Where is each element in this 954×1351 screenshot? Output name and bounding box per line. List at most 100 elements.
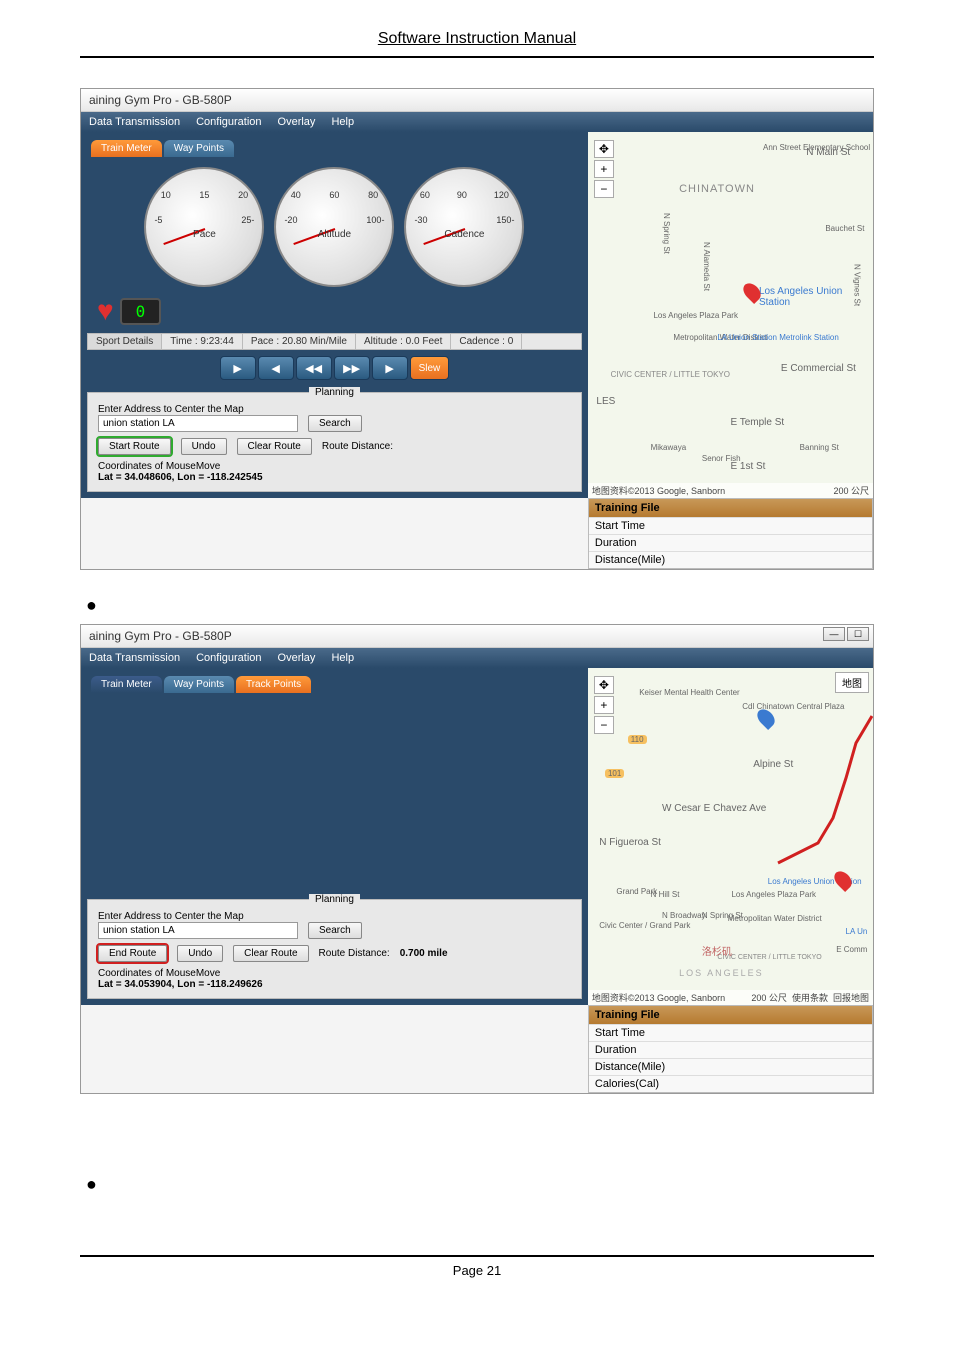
menu-data-transmission[interactable]: Data Transmission xyxy=(89,652,180,664)
planning-title: Planning xyxy=(309,387,360,398)
table-header: Training File xyxy=(589,499,872,517)
tab-way-points[interactable]: Way Points xyxy=(164,676,234,693)
search-button[interactable]: Search xyxy=(308,922,362,939)
gauge-pace-label: Pace xyxy=(193,229,216,240)
map-label-plaza-park: Los Angeles Plaza Park xyxy=(653,311,738,320)
heart-icon: ♥ xyxy=(97,295,114,327)
row-calories: Calories(Cal) xyxy=(589,1075,872,1092)
menu-configuration[interactable]: Configuration xyxy=(196,116,261,128)
undo-button[interactable]: Undo xyxy=(177,945,223,962)
map-label-senor-fish: Senor Fish xyxy=(702,454,741,463)
end-route-button[interactable]: End Route xyxy=(98,945,167,962)
map-label-broadway: N Broadway xyxy=(662,911,706,920)
pan-control-icon[interactable]: ✥ xyxy=(594,140,614,158)
map-panel[interactable]: 地图 ✥ + − Keiser Mental Health Center Cdl… xyxy=(588,668,873,1005)
menu-data-transmission[interactable]: Data Transmission xyxy=(89,116,180,128)
tick: 80 xyxy=(368,190,378,200)
menu-help[interactable]: Help xyxy=(331,116,354,128)
menu-overlay[interactable]: Overlay xyxy=(278,116,316,128)
tick: 150- xyxy=(496,215,514,225)
tab-track-points[interactable]: Track Points xyxy=(236,676,311,693)
coords-value: Lat = 34.053904, Lon = -118.249626 xyxy=(98,979,571,990)
tick: 120 xyxy=(494,190,509,200)
start-route-button[interactable]: Start Route xyxy=(98,438,171,455)
sport-details-label: Sport Details xyxy=(88,334,162,349)
row-duration: Duration xyxy=(589,1041,872,1058)
planning-panel: Planning Enter Address to Center the Map… xyxy=(87,392,582,492)
zoom-out-button[interactable]: − xyxy=(594,180,614,198)
tick: 40 xyxy=(291,190,301,200)
map-label-civic-center: CIVIC CENTER / LITTLE TOKYO xyxy=(611,370,730,379)
menu-configuration[interactable]: Configuration xyxy=(196,652,261,664)
map-panel[interactable]: ✥ + − CHINATOWN N Main St Ann Street Ele… xyxy=(588,132,873,498)
map-label-commercial: E Commercial St xyxy=(781,363,856,374)
maximize-button[interactable]: ☐ xyxy=(847,627,869,641)
speed-display: 0 xyxy=(120,298,162,325)
app-window-1: aining Gym Pro - GB-580P Data Transmissi… xyxy=(80,88,874,570)
zoom-in-button[interactable]: + xyxy=(594,160,614,178)
route-distance-label: Route Distance: xyxy=(322,441,393,452)
row-distance: Distance(Mile) xyxy=(589,1058,872,1075)
table-header: Training File xyxy=(589,1006,872,1024)
training-file-table: Training File Start Time Duration Distan… xyxy=(588,1005,873,1093)
search-button[interactable]: Search xyxy=(308,415,362,432)
forward-button[interactable]: ▶ xyxy=(372,356,408,380)
map-label-los-angeles: LOS ANGELES xyxy=(679,968,764,978)
row-start-time: Start Time xyxy=(589,1024,872,1041)
detail-cadence: Cadence : 0 xyxy=(451,334,522,349)
enter-address-label: Enter Address to Center the Map xyxy=(98,404,571,415)
planning-panel: Planning Enter Address to Center the Map… xyxy=(87,899,582,999)
title-bar: aining Gym Pro - GB-580P xyxy=(81,625,873,648)
map-label-civic-tokyo: CIVIC CENTER / LITTLE TOKYO xyxy=(717,954,821,961)
menu-overlay[interactable]: Overlay xyxy=(278,652,316,664)
map-scale: 200 公尺 xyxy=(751,993,787,1003)
page-footer: Page 21 xyxy=(80,1255,874,1278)
enter-address-label: Enter Address to Center the Map xyxy=(98,911,571,922)
slew-button[interactable]: Slew xyxy=(410,356,450,380)
detail-altitude: Altitude : 0.0 Feet xyxy=(356,334,451,349)
map-zoom-controls: ✥ + − xyxy=(594,140,614,198)
route-distance-value: 0.700 mile xyxy=(400,948,448,959)
doc-title: Software Instruction Manual xyxy=(80,30,874,48)
map-label-mikawaya: Mikawaya xyxy=(651,443,687,452)
coords-value: Lat = 34.048606, Lon = -118.242545 xyxy=(98,472,571,483)
map-label-hwy110: 110 xyxy=(628,735,647,744)
tick: -30 xyxy=(414,215,427,225)
detail-time: Time : 9:23:44 xyxy=(162,334,243,349)
fast-forward-button[interactable]: ▶▶ xyxy=(334,356,370,380)
sport-details-bar: Sport Details Time : 9:23:44 Pace : 20.8… xyxy=(87,333,582,350)
undo-button[interactable]: Undo xyxy=(181,438,227,455)
play-button[interactable]: ▶ xyxy=(220,356,256,380)
menu-help[interactable]: Help xyxy=(331,652,354,664)
map-label-chinatown: Cdl Chinatown Central Plaza xyxy=(742,702,844,711)
address-input[interactable] xyxy=(98,922,298,939)
map-terms[interactable]: 使用条款 xyxy=(792,993,828,1003)
map-label-yimei: 洛杉矶 xyxy=(702,943,732,958)
row-start-time: Start Time xyxy=(589,517,872,534)
clear-route-button[interactable]: Clear Route xyxy=(233,945,308,962)
tick: 10 xyxy=(161,190,171,200)
address-input[interactable] xyxy=(98,415,298,432)
tick: -5 xyxy=(154,215,162,225)
tick: 60 xyxy=(420,190,430,200)
planning-title: Planning xyxy=(309,894,360,905)
map-label-keiser: Keiser Mental Health Center xyxy=(639,688,740,697)
map-copyright: 地图资料©2013 Google, Sanborn xyxy=(592,991,725,1004)
minimize-button[interactable]: — xyxy=(823,627,845,641)
menu-bar: Data Transmission Configuration Overlay … xyxy=(81,112,873,132)
route-distance-label: Route Distance: xyxy=(319,948,390,959)
tick: 90 xyxy=(457,190,467,200)
gauge-altitude-label: Altitude xyxy=(318,229,351,240)
clear-route-button[interactable]: Clear Route xyxy=(237,438,312,455)
window-buttons: — ☐ xyxy=(823,627,869,641)
fast-rewind-button[interactable]: ◀◀ xyxy=(296,356,332,380)
tab-way-points[interactable]: Way Points xyxy=(164,140,234,157)
map-report[interactable]: 回报地图 xyxy=(833,993,869,1003)
tab-train-meter[interactable]: Train Meter xyxy=(91,676,162,693)
tick: 15 xyxy=(199,190,209,200)
rewind-button[interactable]: ◀ xyxy=(258,356,294,380)
training-file-table: Training File Start Time Duration Distan… xyxy=(588,498,873,569)
coords-label: Coordinates of MouseMove xyxy=(98,968,571,979)
gauge-altitude: 406080 -20100- Altitude xyxy=(274,167,394,287)
tab-train-meter[interactable]: Train Meter xyxy=(91,140,162,157)
